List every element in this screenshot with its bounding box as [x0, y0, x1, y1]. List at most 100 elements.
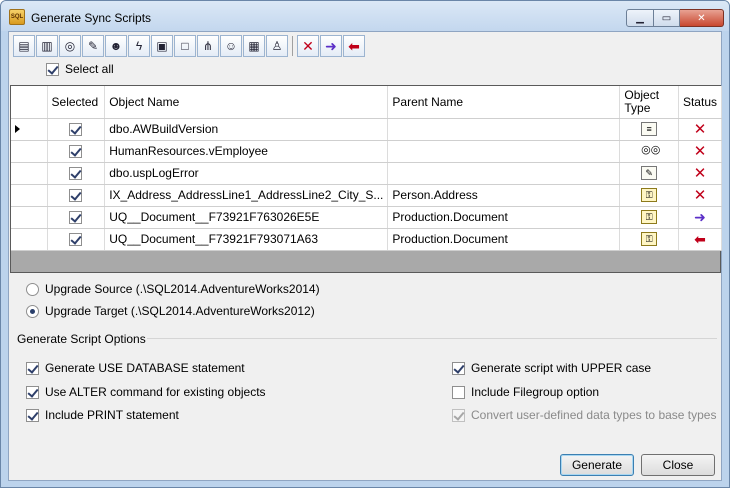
users-icon[interactable]: ☻	[105, 35, 127, 57]
filegroup-checkbox[interactable]	[452, 385, 465, 399]
select-all-label: Select all	[65, 62, 114, 76]
procedure-icon: ✎	[641, 166, 658, 181]
row-header[interactable]	[11, 228, 48, 251]
row-header[interactable]	[11, 162, 48, 185]
options-group-divider	[147, 338, 717, 339]
use-alter-checkbox[interactable]	[26, 385, 39, 399]
tables-icon[interactable]: ▤	[13, 35, 35, 57]
cell-status: ✕	[678, 118, 723, 141]
cell-status: ⬅	[678, 228, 723, 251]
objects-grid: Selected Object Name Parent Name Object …	[10, 85, 723, 273]
include-print-checkbox[interactable]	[26, 408, 39, 422]
select-all-box[interactable]	[46, 62, 59, 76]
close-window-button[interactable]: ✕	[680, 9, 724, 27]
objects-table: Selected Object Name Parent Name Object …	[11, 86, 723, 251]
roles-icon[interactable]: ☺	[220, 35, 242, 57]
upgrade-target-radio[interactable]: Upgrade Target (.\SQL2014.AdventureWorks…	[26, 304, 315, 318]
delete-icon[interactable]: ✕	[297, 35, 319, 57]
functions-icon[interactable]: ϟ	[128, 35, 150, 57]
cell-object-type: ⚿	[619, 228, 679, 251]
col-selected[interactable]: Selected	[47, 86, 106, 119]
col-object-type-label: Object Type	[624, 87, 660, 115]
cell-selected[interactable]	[47, 118, 106, 141]
cell-object-name: IX_Address_AddressLine1_AddressLine2_Cit…	[104, 184, 389, 207]
upper-case-label: Generate script with UPPER case	[471, 361, 652, 375]
grid-header-row: Selected Object Name Parent Name Object …	[11, 86, 723, 119]
include-print-option[interactable]: Include PRINT statement	[26, 408, 179, 422]
cell-parent-name: Person.Address	[387, 184, 621, 207]
table-row[interactable]: IX_Address_AddressLine1_AddressLine2_Cit…	[11, 184, 723, 207]
table-row[interactable]: UQ__Document__F73921F763026E5E Productio…	[11, 206, 723, 229]
cell-selected[interactable]	[47, 206, 106, 229]
key-icon: ⚿	[641, 232, 658, 247]
row-checkbox[interactable]	[69, 211, 83, 225]
view-icon: ◎◎	[641, 144, 661, 157]
cell-selected[interactable]	[47, 162, 106, 185]
cell-object-type: ✎	[619, 162, 679, 185]
cell-object-name: dbo.uspLogError	[104, 162, 389, 185]
arrow-right-icon[interactable]: ➜	[320, 35, 342, 57]
row-header[interactable]	[11, 206, 48, 229]
cell-object-type: ≡	[619, 118, 679, 141]
sql-app-icon: SQL	[9, 9, 25, 25]
columns-icon[interactable]: ▥	[36, 35, 58, 57]
triggers-icon[interactable]: ▣	[151, 35, 173, 57]
table-row[interactable]: UQ__Document__F73921F793071A63 Productio…	[11, 228, 723, 251]
cell-parent-name: Production.Document	[387, 228, 621, 251]
use-database-option[interactable]: Generate USE DATABASE statement	[26, 361, 245, 375]
use-alter-option[interactable]: Use ALTER command for existing objects	[26, 385, 266, 399]
select-all-checkbox[interactable]: Select all	[46, 62, 114, 76]
options-group-label: Generate Script Options	[17, 332, 146, 346]
upgrade-source-radio-button[interactable]	[26, 282, 39, 296]
row-checkbox[interactable]	[69, 123, 83, 137]
logins-icon[interactable]: ♙	[266, 35, 288, 57]
upper-case-checkbox[interactable]	[452, 361, 465, 375]
cell-object-type: ⚿	[619, 206, 679, 229]
schemas-icon[interactable]: ▦	[243, 35, 265, 57]
filegroup-option[interactable]: Include Filegroup option	[452, 385, 599, 399]
row-header[interactable]	[11, 118, 48, 141]
use-database-label: Generate USE DATABASE statement	[45, 361, 245, 375]
row-checkbox[interactable]	[69, 189, 83, 203]
upgrade-target-radio-button[interactable]	[26, 304, 39, 318]
row-header[interactable]	[11, 140, 48, 163]
row-checkbox[interactable]	[69, 167, 83, 181]
cell-selected[interactable]	[47, 184, 106, 207]
delete-icon: ✕	[693, 187, 707, 204]
table-row[interactable]: dbo.uspLogError ✎ ✕	[11, 162, 723, 185]
row-header[interactable]	[11, 184, 48, 207]
close-button[interactable]: Close	[641, 454, 715, 476]
col-parent-name[interactable]: Parent Name	[387, 86, 621, 119]
arrow-left-icon: ⬅	[694, 230, 706, 247]
table-row[interactable]: HumanResources.vEmployee ◎◎ ✕	[11, 140, 723, 163]
row-checkbox[interactable]	[69, 145, 83, 159]
cell-status: ✕	[678, 140, 723, 163]
minimize-button[interactable]: ▁	[626, 9, 654, 27]
col-object-name[interactable]: Object Name	[104, 86, 389, 119]
defaults-icon[interactable]: □	[174, 35, 196, 57]
cell-selected[interactable]	[47, 140, 106, 163]
cell-object-name: UQ__Document__F73921F763026E5E	[104, 206, 389, 229]
window: SQL Generate Sync Scripts ▁ ▭ ✕ ▤ ▥ ◎ ✎ …	[0, 0, 730, 488]
relations-icon[interactable]: ⋔	[197, 35, 219, 57]
use-database-checkbox[interactable]	[26, 361, 39, 375]
col-object-type[interactable]: Object Type	[619, 86, 679, 119]
delete-icon: ✕	[693, 121, 707, 138]
table-row[interactable]: dbo.AWBuildVersion ≡ ✕	[11, 118, 723, 141]
procedures-icon[interactable]: ✎	[82, 35, 104, 57]
maximize-button[interactable]: ▭	[654, 9, 680, 27]
upper-case-option[interactable]: Generate script with UPPER case	[452, 361, 651, 375]
row-checkbox[interactable]	[69, 233, 83, 247]
toolbar: ▤ ▥ ◎ ✎ ☻ ϟ ▣ □ ⋔ ☺ ▦ ♙ ✕ ➜ ⬅	[13, 34, 365, 58]
cell-status: ✕	[678, 162, 723, 185]
title-bar[interactable]: SQL Generate Sync Scripts ▁ ▭ ✕	[1, 1, 729, 31]
current-row-icon	[15, 125, 20, 133]
upgrade-source-radio[interactable]: Upgrade Source (.\SQL2014.AdventureWorks…	[26, 282, 320, 296]
views-icon[interactable]: ◎	[59, 35, 81, 57]
filegroup-label: Include Filegroup option	[471, 385, 600, 399]
col-status[interactable]: Status	[678, 86, 723, 119]
upgrade-source-label: Upgrade Source (.\SQL2014.AdventureWorks…	[45, 282, 320, 296]
arrow-left-icon[interactable]: ⬅	[343, 35, 365, 57]
cell-selected[interactable]	[47, 228, 106, 251]
generate-button[interactable]: Generate	[560, 454, 634, 476]
